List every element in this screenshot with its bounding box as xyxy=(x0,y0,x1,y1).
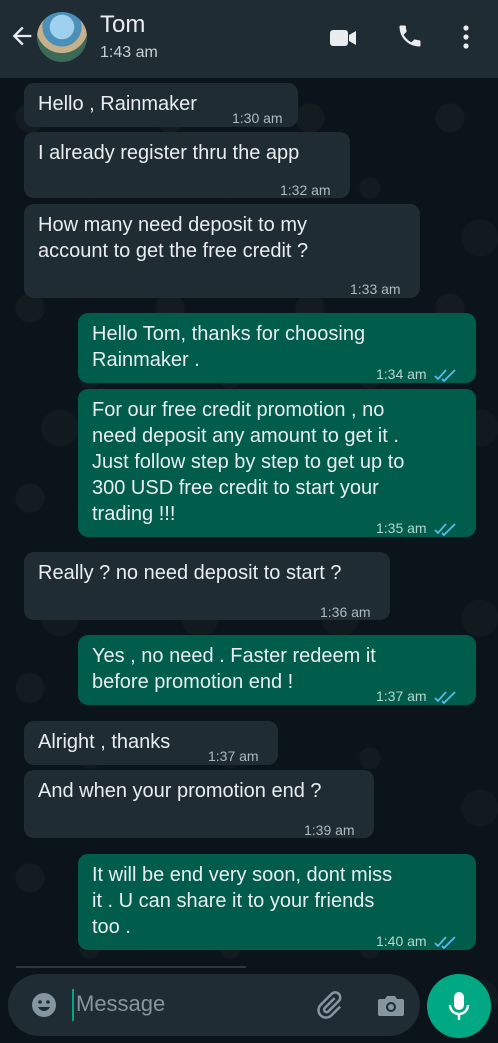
message-text: It will be end very soon, dont miss it .… xyxy=(92,864,393,938)
read-double-check-icon xyxy=(434,369,457,383)
phone-call-icon[interactable] xyxy=(396,22,424,50)
message-bubble-incoming[interactable]: I already register thru the app 1:32 am xyxy=(24,132,350,198)
message-text: Hello Tom, thanks for choosing Rainmaker… xyxy=(92,323,366,371)
text-cursor xyxy=(72,989,74,1021)
message-bubble-outgoing[interactable]: Hello Tom, thanks for choosing Rainmaker… xyxy=(78,313,476,383)
read-double-check-icon xyxy=(434,936,457,950)
message-time: 1:30 am xyxy=(232,110,283,126)
scroll-divider xyxy=(16,966,246,968)
message-bubble-incoming[interactable]: Alright , thanks 1:37 am xyxy=(24,721,278,765)
message-bubble-incoming[interactable]: Really ? no need deposit to start ? 1:36… xyxy=(24,552,390,620)
message-text: And when your promotion end ? xyxy=(38,780,322,802)
contact-name[interactable]: Tom xyxy=(100,11,145,39)
message-time-text: 1:34 am xyxy=(376,366,427,382)
message-input[interactable]: Message xyxy=(76,991,165,1017)
chat-header: Tom 1:43 am xyxy=(0,0,498,78)
message-time: 1:36 am xyxy=(320,604,371,620)
message-time-text: 1:40 am xyxy=(376,933,427,949)
message-time: 1:39 am xyxy=(304,822,355,838)
message-time-text: 1:35 am xyxy=(376,520,427,536)
message-composer[interactable]: Message xyxy=(8,974,420,1036)
message-bubble-outgoing[interactable]: Yes , no need . Faster redeem it before … xyxy=(78,635,476,705)
camera-icon[interactable] xyxy=(376,991,406,1019)
message-time: 1:40 am xyxy=(376,928,457,954)
message-bubble-incoming[interactable]: Hello , Rainmaker 1:30 am xyxy=(24,83,298,127)
message-text: Alright , thanks xyxy=(38,731,171,753)
message-time-text: 1:37 am xyxy=(376,688,427,704)
message-text: For our free credit promotion , no need … xyxy=(92,399,405,525)
read-double-check-icon xyxy=(434,523,457,537)
message-text: How many need deposit to my account to g… xyxy=(38,214,309,262)
message-time: 1:35 am xyxy=(376,515,457,541)
attach-icon[interactable] xyxy=(314,990,344,1020)
read-double-check-icon xyxy=(434,691,457,705)
message-time: 1:37 am xyxy=(208,748,259,764)
message-bubble-outgoing[interactable]: It will be end very soon, dont miss it .… xyxy=(78,854,476,950)
emoji-icon[interactable] xyxy=(30,991,58,1019)
avatar[interactable] xyxy=(37,12,87,62)
more-menu-icon[interactable] xyxy=(456,22,476,52)
message-text: Hello , Rainmaker xyxy=(38,93,197,115)
message-text: I already register thru the app xyxy=(38,142,300,164)
contact-last-seen: 1:43 am xyxy=(100,44,158,61)
video-call-icon[interactable] xyxy=(328,24,358,52)
message-bubble-incoming[interactable]: How many need deposit to my account to g… xyxy=(24,204,420,298)
message-time: 1:33 am xyxy=(350,281,401,297)
voice-record-button[interactable] xyxy=(427,974,491,1038)
message-bubble-outgoing[interactable]: For our free credit promotion , no need … xyxy=(78,389,476,537)
message-text: Yes , no need . Faster redeem it before … xyxy=(92,645,376,693)
back-arrow-icon[interactable] xyxy=(8,22,36,50)
mic-icon xyxy=(448,992,470,1020)
message-time: 1:37 am xyxy=(376,683,457,709)
message-time: 1:32 am xyxy=(280,182,331,198)
message-bubble-incoming[interactable]: And when your promotion end ? 1:39 am xyxy=(24,770,374,838)
message-text: Really ? no need deposit to start ? xyxy=(38,562,342,584)
message-time: 1:34 am xyxy=(376,361,457,387)
